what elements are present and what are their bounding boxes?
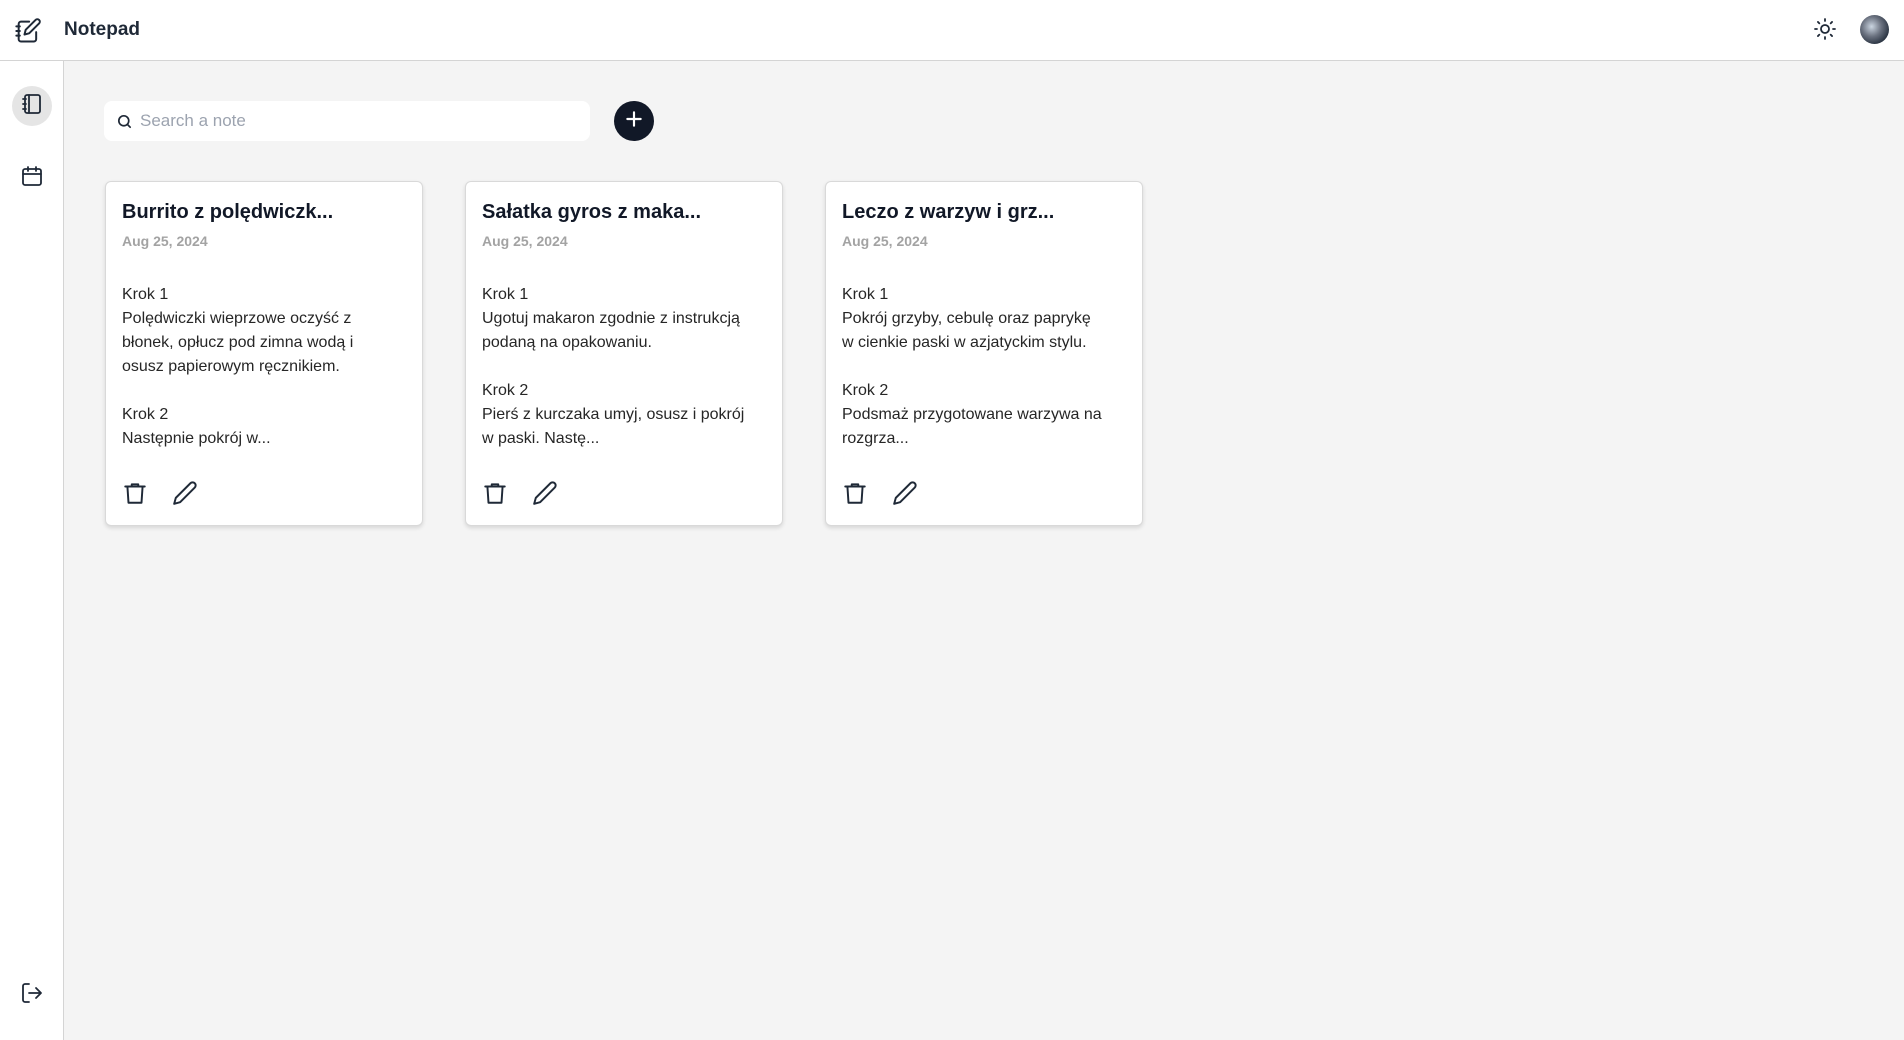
note-line: w cienkie paski w azjatyckim stylu. [842, 334, 1087, 351]
logout-button[interactable] [12, 975, 52, 1015]
note-date: Aug 25, 2024 [842, 233, 928, 249]
theme-toggle-button[interactable] [1810, 16, 1840, 46]
delete-note-button[interactable] [840, 480, 870, 510]
note-line: Krok 1 [842, 286, 889, 303]
note-line: podaną na opakowaniu. [482, 334, 652, 351]
note-date: Aug 25, 2024 [122, 233, 208, 249]
note-line: Pierś z kurczaka umyj, osusz i pokrój [482, 406, 745, 423]
app-title: Notepad [64, 19, 140, 40]
note-actions [840, 480, 920, 510]
search-bar [104, 101, 590, 141]
note-line: Podsmaż przygotowane warzywa na [842, 406, 1102, 423]
note-title: Sałatka gyros z maka... [482, 201, 702, 223]
delete-note-button[interactable] [120, 480, 150, 510]
note-line: Krok 1 [482, 286, 529, 303]
note-card[interactable]: Sałatka gyros z maka... Aug 25, 2024 Kro… [465, 181, 783, 526]
note-line [482, 355, 772, 379]
note-line: błonek, opłucz pod zimna wodą i [122, 334, 354, 351]
note-date: Aug 25, 2024 [482, 233, 568, 249]
trash-icon [842, 480, 868, 511]
note-line: Następnie pokrój w... [122, 430, 271, 447]
note-card[interactable]: Leczo z warzyw i grz... Aug 25, 2024 Kro… [825, 181, 1143, 526]
pencil-icon [892, 480, 918, 511]
top-bar: Notepad [0, 0, 1904, 61]
notebook-icon [20, 92, 44, 121]
notepad-pen-icon [14, 17, 42, 45]
sun-icon [1813, 17, 1837, 46]
note-line: Krok 2 [482, 382, 529, 399]
sidebar [0, 61, 64, 1040]
note-preview: Krok 1 Ugotuj makaron zgodnie z instrukc… [482, 283, 772, 451]
note-line: Krok 2 [122, 406, 169, 423]
add-note-button[interactable] [614, 101, 654, 141]
sidebar-item-calendar[interactable] [12, 158, 52, 198]
edit-note-button[interactable] [890, 480, 920, 510]
note-line: rozgrza... [842, 430, 909, 447]
avatar[interactable] [1860, 15, 1889, 44]
note-actions [480, 480, 560, 510]
search-icon [114, 111, 134, 131]
note-preview: Krok 1 Polędwiczki wieprzowe oczyść z bł… [122, 283, 412, 451]
sidebar-item-notes[interactable] [12, 86, 52, 126]
note-actions [120, 480, 200, 510]
delete-note-button[interactable] [480, 480, 510, 510]
note-line: Krok 1 [122, 286, 169, 303]
note-line: Ugotuj makaron zgodnie z instrukcją [482, 310, 740, 327]
plus-icon [624, 109, 644, 134]
note-line [122, 379, 412, 403]
note-title: Burrito z polędwiczk... [122, 201, 334, 223]
logout-icon [20, 981, 44, 1010]
trash-icon [482, 480, 508, 511]
pencil-icon [172, 480, 198, 511]
edit-note-button[interactable] [530, 480, 560, 510]
note-line: Krok 2 [842, 382, 889, 399]
note-card[interactable]: Burrito z polędwiczk... Aug 25, 2024 Kro… [105, 181, 423, 526]
note-line: w paski. Nastę... [482, 430, 600, 447]
note-title: Leczo z warzyw i grz... [842, 201, 1055, 223]
note-line [842, 355, 1132, 379]
trash-icon [122, 480, 148, 511]
note-preview: Krok 1 Pokrój grzyby, cebulę oraz papryk… [842, 283, 1132, 451]
edit-note-button[interactable] [170, 480, 200, 510]
note-line: Pokrój grzyby, cebulę oraz paprykę [842, 310, 1091, 327]
note-line: Polędwiczki wieprzowe oczyść z [122, 310, 352, 327]
note-line: osusz papierowym ręcznikiem. [122, 358, 340, 375]
search-input[interactable] [140, 111, 580, 131]
pencil-icon [532, 480, 558, 511]
calendar-icon [20, 164, 44, 193]
